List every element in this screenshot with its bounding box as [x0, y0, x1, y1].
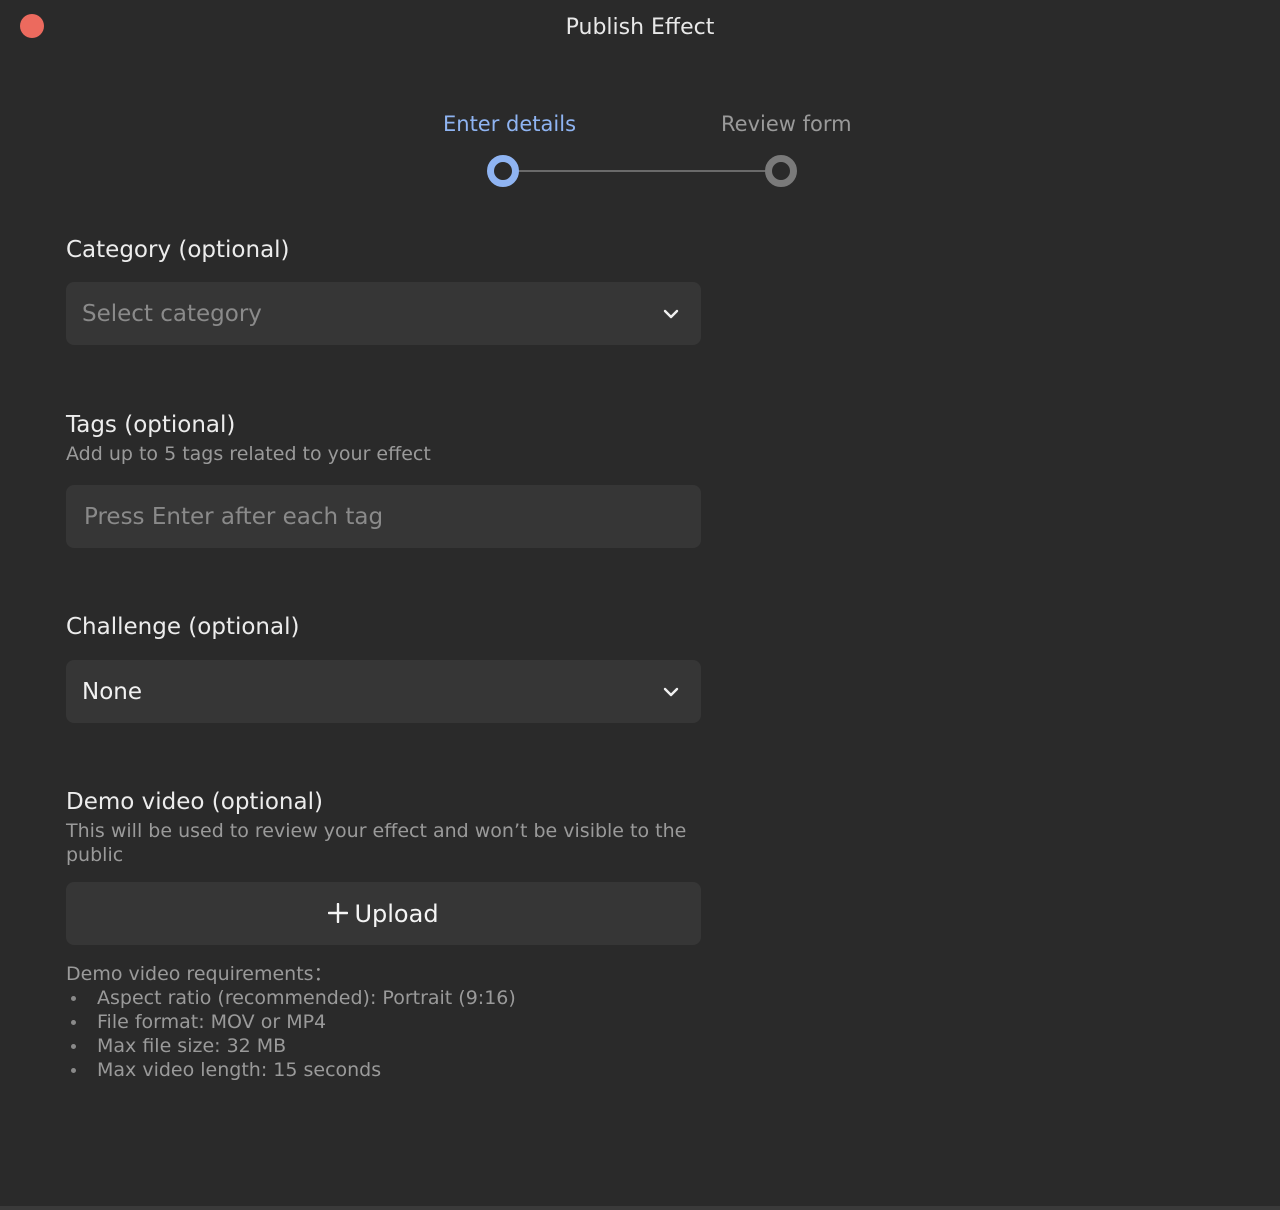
stepper-connector-line	[503, 170, 781, 172]
category-placeholder: Select category	[82, 300, 262, 327]
category-label: Category (optional)	[66, 237, 290, 263]
chevron-down-icon	[661, 304, 681, 324]
tags-label: Tags (optional)	[66, 412, 236, 438]
step-enter-details-label: Enter details	[443, 112, 577, 136]
demo-video-help-text: This will be used to review your effect …	[66, 820, 687, 866]
list-item: Max file size: 32 MB	[66, 1034, 516, 1058]
demo-video-label: Demo video (optional)	[66, 789, 323, 815]
requirements-list: Aspect ratio (recommended): Portrait (9:…	[66, 986, 516, 1082]
plus-icon	[328, 899, 349, 929]
bullet-icon	[71, 996, 76, 1001]
bullet-icon	[71, 1044, 76, 1049]
upload-button[interactable]: Upload	[66, 882, 701, 945]
chevron-down-icon	[661, 682, 681, 702]
category-select[interactable]: Select category	[66, 282, 701, 345]
list-item: Aspect ratio (recommended): Portrait (9:…	[66, 986, 516, 1010]
step-enter-details-indicator	[487, 155, 519, 187]
challenge-selected-value: None	[82, 678, 143, 705]
list-item: Max video length: 15 seconds	[66, 1058, 516, 1082]
upload-button-label: Upload	[354, 899, 439, 928]
bullet-icon	[71, 1020, 76, 1025]
publish-effect-window: Publish Effect Enter details Review form…	[0, 0, 1280, 1210]
step-review-form-indicator	[765, 155, 797, 187]
step-review-form-label: Review form	[721, 112, 852, 136]
window-bottom-border	[0, 1206, 1280, 1210]
requirements-title: Demo video requirements：	[66, 963, 333, 985]
tags-input[interactable]	[82, 502, 685, 531]
tags-help-text: Add up to 5 tags related to your effect	[66, 443, 431, 465]
challenge-label: Challenge (optional)	[66, 614, 300, 640]
window-title: Publish Effect	[565, 15, 715, 40]
bullet-icon	[71, 1068, 76, 1073]
tags-field[interactable]	[66, 485, 701, 548]
list-item: File format: MOV or MP4	[66, 1010, 516, 1034]
challenge-select[interactable]: None	[66, 660, 701, 723]
